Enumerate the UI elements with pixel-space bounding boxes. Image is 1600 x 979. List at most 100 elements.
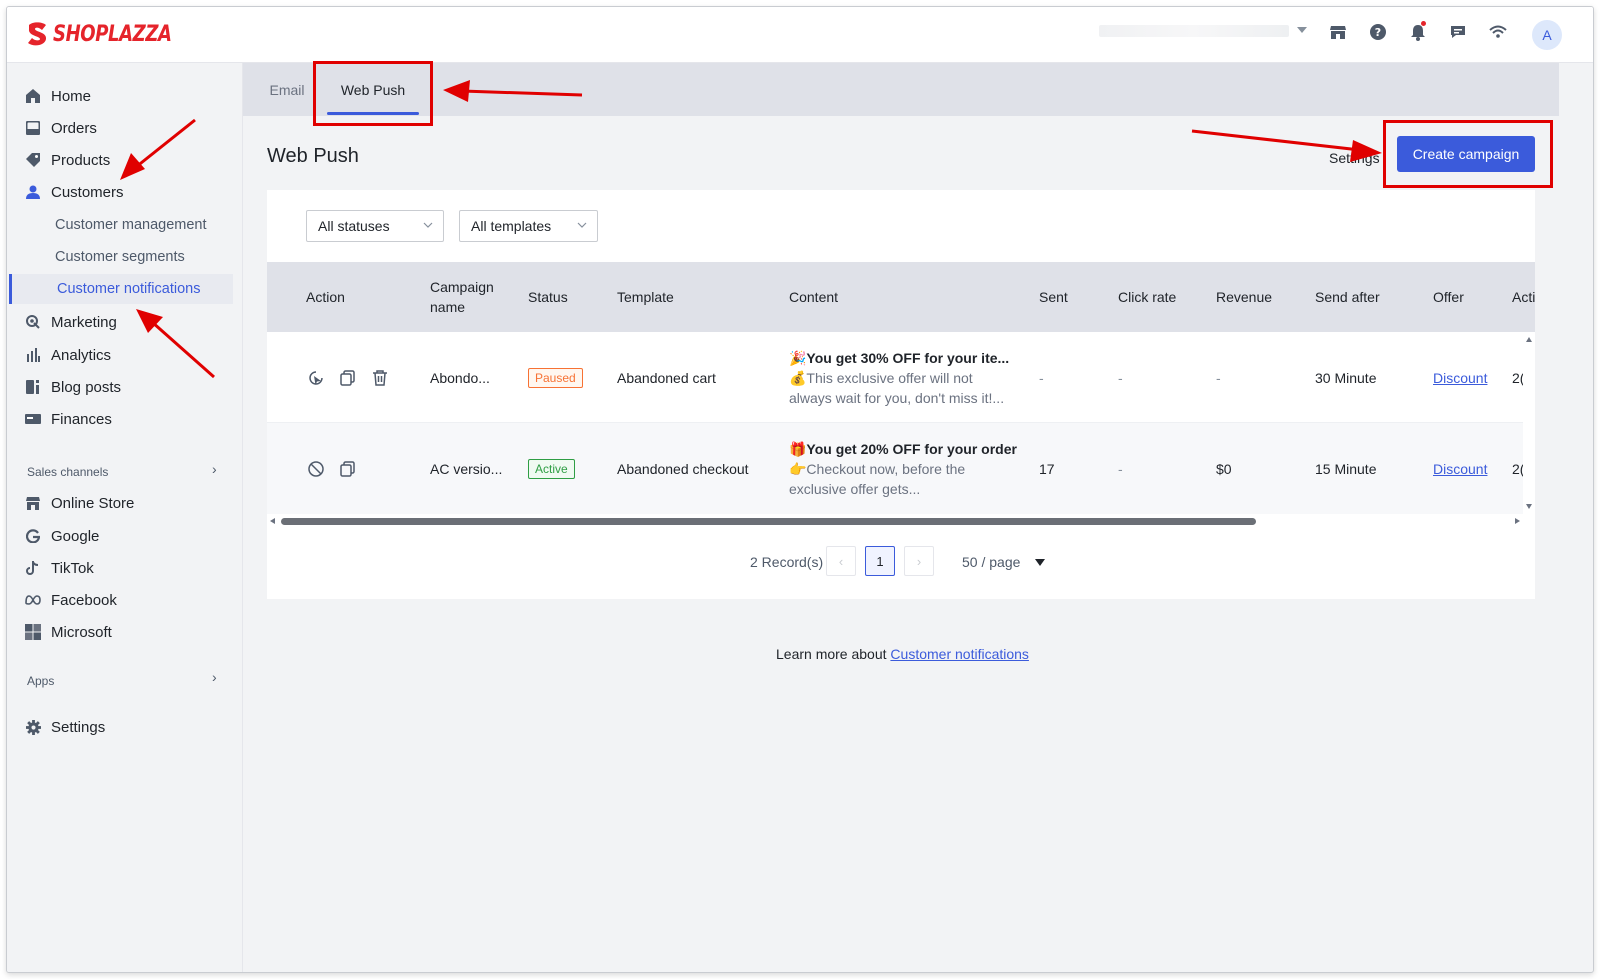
sidebar-item-analytics[interactable]: Analytics (7, 340, 243, 370)
content-title: 🎁You get 20% OFF for your order (789, 441, 1017, 457)
extra-cell: 2( (1512, 369, 1523, 386)
extra-cell: 2( (1512, 460, 1523, 477)
sidebar-item-tiktok[interactable]: TikTok (7, 553, 243, 583)
sidebar-item-google[interactable]: Google (7, 521, 243, 551)
sidebar-item-label: Finances (51, 410, 112, 428)
sidebar-item-online-store[interactable]: Online Store (7, 488, 243, 518)
microsoft-icon (25, 624, 41, 640)
offer-link[interactable]: Discount (1433, 370, 1487, 386)
sidebar-item-label: Orders (51, 119, 97, 137)
sidebar-item-customer-segments[interactable]: Customer segments (7, 242, 243, 272)
sidebar: Home Orders Products Customers Customer … (7, 63, 243, 972)
content-body: 💰This exclusive offer will not (789, 370, 973, 386)
meta-icon (25, 592, 41, 608)
learn-more-text: Learn more about (776, 646, 887, 662)
sidebar-item-customers[interactable]: Customers (7, 177, 243, 207)
home-icon (25, 88, 41, 104)
finances-icon (25, 411, 41, 427)
create-campaign-button[interactable]: Create campaign (1397, 136, 1535, 172)
copy-icon[interactable] (339, 369, 357, 387)
sidebar-item-microsoft[interactable]: Microsoft (7, 617, 243, 647)
active-tab-indicator (327, 112, 419, 115)
sidebar-item-label: Customer segments (55, 249, 185, 265)
marketing-icon (25, 314, 41, 330)
disable-icon[interactable] (307, 460, 325, 478)
sidebar-item-orders[interactable]: Orders (7, 113, 243, 143)
content-cell: 🎉You get 30% OFF for your ite... 💰This e… (789, 348, 1019, 408)
status-badge: Active (528, 458, 575, 479)
store-selector[interactable] (1099, 23, 1309, 45)
blog-icon (25, 379, 41, 395)
sent-cell: - (1039, 369, 1044, 386)
sidebar-item-home[interactable]: Home (7, 81, 243, 111)
pagination: 2 Record(s) ‹ 1 › 50 / page (267, 546, 1535, 578)
bell-icon[interactable] (1407, 21, 1429, 43)
next-page-button[interactable]: › (904, 546, 934, 576)
store-icon[interactable] (1327, 21, 1349, 43)
sidebar-item-marketing[interactable]: Marketing (7, 307, 243, 337)
campaign-name[interactable]: Abondo... (430, 332, 490, 423)
resume-icon[interactable] (307, 369, 325, 387)
main-content: Email Web Push Web Push Settings Create … (243, 63, 1593, 972)
chevron-right-icon[interactable]: › (212, 461, 217, 477)
message-icon[interactable] (1447, 21, 1469, 43)
caret-down-icon[interactable] (1035, 559, 1045, 566)
page-size-select[interactable]: 50 / page (962, 554, 1020, 570)
brand-name: SHOPLAZZA (53, 21, 172, 47)
vertical-scrollbar[interactable] (1523, 332, 1535, 514)
column-header: Sent (1039, 289, 1068, 305)
sidebar-item-facebook[interactable]: Facebook (7, 585, 243, 615)
column-header: Click rate (1118, 289, 1177, 305)
tiktok-icon (25, 560, 41, 576)
sidebar-item-settings[interactable]: Settings (7, 712, 243, 742)
column-header: Status (528, 289, 568, 305)
svg-text:?: ? (1375, 26, 1381, 39)
settings-link[interactable]: Settings (1329, 150, 1380, 166)
help-icon[interactable]: ? (1367, 21, 1389, 43)
click-rate-cell: - (1118, 369, 1123, 386)
template-cell: Abandoned checkout (617, 460, 749, 477)
customer-notifications-link[interactable]: Customer notifications (890, 646, 1029, 662)
sidebar-item-products[interactable]: Products (7, 145, 243, 175)
sidebar-item-customer-management[interactable]: Customer management (7, 210, 243, 240)
chevron-right-icon[interactable]: › (212, 669, 217, 685)
sidebar-item-blog-posts[interactable]: Blog posts (7, 372, 243, 402)
sidebar-item-label: Settings (51, 718, 106, 736)
sidebar-item-label: Google (51, 527, 100, 545)
sidebar-item-label: Products (51, 151, 111, 169)
record-count: 2 Record(s) (750, 554, 824, 570)
status-badge: Paused (528, 367, 583, 388)
template-filter[interactable]: All templates (459, 210, 598, 242)
tab-web-push[interactable]: Web Push (327, 63, 419, 116)
store-icon (25, 495, 41, 511)
gear-icon (25, 719, 41, 735)
horizontal-scrollbar[interactable] (267, 514, 1523, 528)
wifi-icon[interactable] (1487, 21, 1509, 43)
top-bar: SHOPLAZZA ? A (7, 7, 1593, 63)
template-cell: Abandoned cart (617, 369, 716, 386)
offer-link[interactable]: Discount (1433, 461, 1487, 477)
column-header: Campaign name (430, 279, 494, 315)
sidebar-item-finances[interactable]: Finances (7, 404, 243, 434)
sidebar-item-label: Blog posts (51, 378, 122, 396)
delete-icon[interactable] (371, 369, 389, 387)
app-window: SHOPLAZZA ? A Home Orders Products Custo… (6, 6, 1594, 973)
column-header: Acti (1512, 289, 1535, 305)
prev-page-button[interactable]: ‹ (826, 546, 856, 576)
sidebar-item-label: TikTok (51, 559, 94, 577)
sidebar-item-label: Customers (51, 183, 124, 201)
campaign-name[interactable]: AC versio... (430, 423, 502, 514)
scrollbar-thumb[interactable] (281, 518, 1256, 525)
logo-icon (28, 22, 47, 46)
sidebar-item-label: Home (51, 87, 92, 105)
tab-email[interactable]: Email (267, 63, 307, 116)
copy-icon[interactable] (339, 460, 357, 478)
sidebar-item-label: Marketing (51, 313, 117, 331)
status-filter[interactable]: All statuses (306, 210, 444, 242)
status-filter-value: All statuses (318, 218, 390, 234)
page-number[interactable]: 1 (865, 546, 895, 576)
avatar[interactable]: A (1532, 20, 1562, 50)
person-icon (25, 184, 41, 200)
shoplazza-logo[interactable]: SHOPLAZZA (25, 21, 198, 47)
sidebar-item-customer-notifications[interactable]: Customer notifications (9, 274, 233, 304)
